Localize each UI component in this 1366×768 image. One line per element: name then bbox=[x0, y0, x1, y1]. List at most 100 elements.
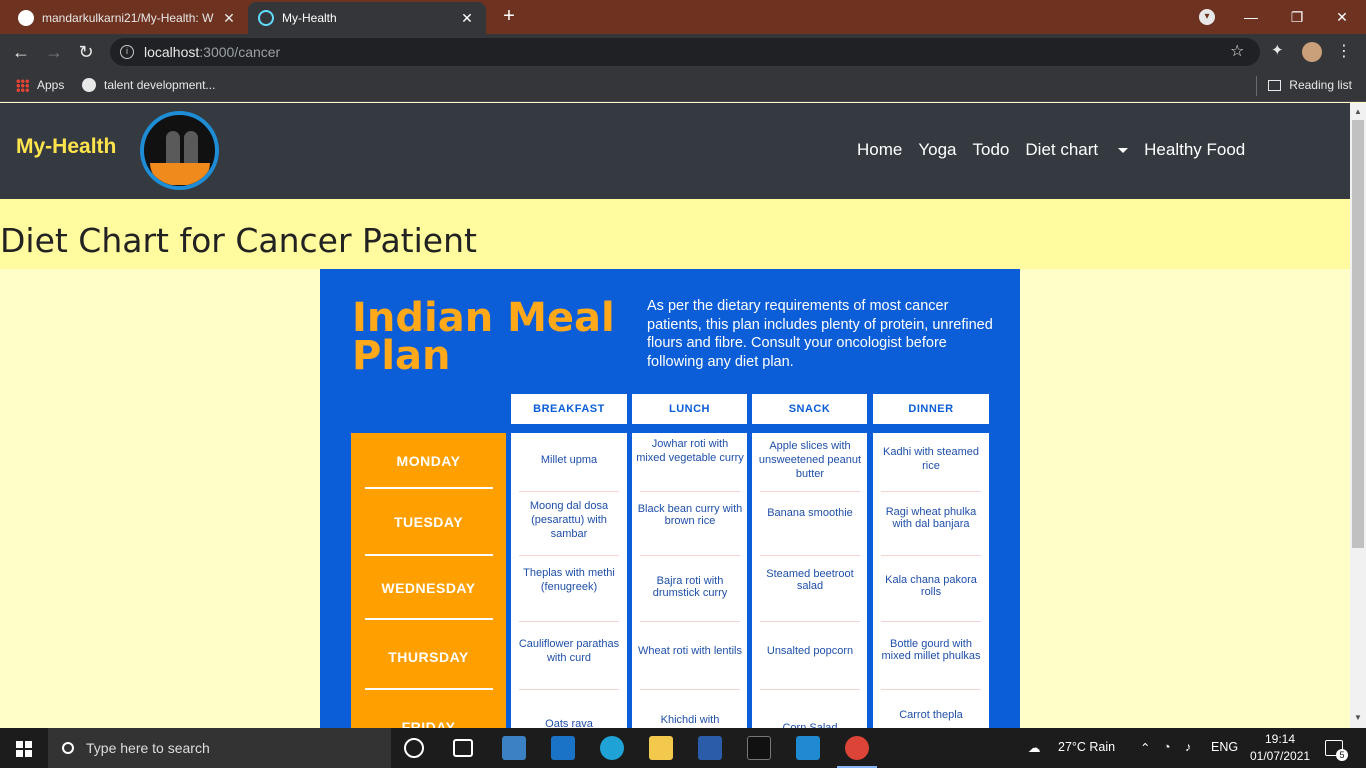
close-tab-icon[interactable]: ✕ bbox=[458, 10, 476, 27]
powershell-icon[interactable] bbox=[698, 736, 722, 760]
page-title: Diet Chart for Cancer Patient bbox=[0, 221, 477, 260]
close-tab-icon[interactable]: ✕ bbox=[220, 10, 238, 27]
chrome-icon[interactable] bbox=[837, 736, 877, 768]
nav-todo[interactable]: Todo bbox=[973, 140, 1010, 160]
url-path: :3000/cancer bbox=[199, 44, 281, 60]
back-icon[interactable]: ← bbox=[10, 41, 32, 63]
meal-cell: Jowhar roti with mixed vegetable curry bbox=[636, 438, 744, 464]
notification-count: 5 bbox=[1336, 749, 1348, 761]
reading-list-icon bbox=[1268, 79, 1282, 91]
divider bbox=[881, 555, 981, 556]
taskbar-search[interactable]: Type here to search bbox=[48, 728, 391, 768]
divider bbox=[519, 621, 619, 622]
page-scrollbar[interactable]: ▲ ▼ bbox=[1350, 103, 1366, 728]
bookmark-apps[interactable]: Apps bbox=[16, 78, 64, 92]
windows-taskbar: Type here to search ☁ 27°C Rain ⌃ ◔ ♪ EN… bbox=[0, 728, 1366, 768]
divider bbox=[640, 621, 740, 622]
bookmark-talent-development[interactable]: talent development... bbox=[82, 78, 215, 92]
divider bbox=[519, 491, 619, 492]
tab-search-icon[interactable]: ▾ bbox=[1199, 9, 1215, 25]
new-tab-button[interactable]: + bbox=[498, 6, 520, 28]
site-brand[interactable]: My-Health bbox=[16, 135, 116, 159]
meal-plan-description: As per the dietary requirements of most … bbox=[647, 298, 993, 370]
meal-cell: Banana smoothie bbox=[767, 507, 853, 519]
browser-toolbar: ← → ↻ i localhost:3000/cancer ☆ ✦ ⋮ bbox=[0, 34, 1366, 70]
task-view-icon[interactable] bbox=[453, 739, 473, 757]
divider bbox=[519, 689, 619, 690]
nav-healthy-food[interactable]: Healthy Food bbox=[1144, 140, 1245, 160]
file-explorer-icon[interactable] bbox=[649, 736, 673, 760]
divider bbox=[519, 555, 619, 556]
bookmarks-divider bbox=[1256, 76, 1257, 96]
browser-tab-my-health[interactable]: My-Health ✕ bbox=[248, 2, 486, 34]
github-icon bbox=[18, 10, 34, 26]
language-indicator[interactable]: ENG bbox=[1211, 740, 1238, 754]
meal-cell: Kadhi with steamed rice bbox=[883, 446, 979, 472]
bookmark-star-icon[interactable]: ☆ bbox=[1230, 41, 1244, 61]
windows-start-icon[interactable] bbox=[16, 741, 32, 757]
day-monday: MONDAY bbox=[396, 453, 461, 469]
store-icon[interactable] bbox=[502, 736, 526, 760]
close-window-button[interactable]: ✕ bbox=[1330, 6, 1354, 28]
address-bar[interactable]: i localhost:3000/cancer bbox=[110, 38, 1260, 66]
reading-list-button[interactable]: Reading list bbox=[1268, 78, 1352, 92]
reload-icon[interactable]: ↻ bbox=[75, 41, 97, 63]
column-header-dinner: DINNER bbox=[873, 394, 989, 424]
chevron-up-icon[interactable]: ⌃ bbox=[1140, 740, 1150, 755]
browser-tab-github[interactable]: mandarkulkarni21/My-Health: W ✕ bbox=[8, 2, 248, 34]
search-icon bbox=[62, 742, 74, 754]
day-wednesday: WEDNESDAY bbox=[381, 580, 476, 596]
restore-button[interactable]: ❐ bbox=[1285, 6, 1309, 28]
minimize-button[interactable]: — bbox=[1239, 6, 1263, 28]
divider bbox=[760, 491, 860, 492]
meal-plan-title-line2: Plan bbox=[352, 333, 451, 379]
meal-cell: Theplas with methi (fenugreek) bbox=[523, 567, 615, 593]
nav-home[interactable]: Home bbox=[857, 140, 902, 160]
meal-cell: Unsalted popcorn bbox=[766, 645, 854, 657]
meal-cell: Carrot thepla bbox=[899, 709, 963, 721]
cortana-icon[interactable] bbox=[404, 738, 424, 758]
taskbar-search-placeholder: Type here to search bbox=[86, 740, 210, 756]
meal-cell: Millet upma bbox=[540, 454, 598, 466]
nav-diet-chart[interactable]: Diet chart bbox=[1025, 140, 1129, 160]
wifi-icon[interactable]: ◔ bbox=[1163, 740, 1171, 754]
lunch-column: Jowhar roti with mixed vegetable curry B… bbox=[632, 433, 747, 729]
meal-cell: Apple slices with unsweetened peanut but… bbox=[758, 440, 862, 480]
edge-icon[interactable] bbox=[600, 736, 624, 760]
divider bbox=[881, 621, 981, 622]
scroll-down-icon[interactable]: ▼ bbox=[1354, 713, 1362, 722]
system-clock[interactable]: 19:14 01/07/2021 bbox=[1250, 731, 1310, 765]
extensions-icon[interactable]: ✦ bbox=[1271, 41, 1284, 59]
divider bbox=[881, 689, 981, 690]
vscode-icon[interactable] bbox=[796, 736, 820, 760]
weather-text[interactable]: 27°C Rain bbox=[1058, 740, 1115, 754]
divider bbox=[365, 554, 493, 556]
forward-icon[interactable]: → bbox=[43, 41, 65, 63]
divider bbox=[365, 688, 493, 690]
url-host: localhost bbox=[144, 44, 200, 60]
react-icon bbox=[258, 10, 274, 26]
site-info-icon[interactable]: i bbox=[120, 45, 134, 59]
browser-menu-icon[interactable]: ⋮ bbox=[1336, 41, 1352, 61]
scrollbar-thumb[interactable] bbox=[1352, 120, 1364, 548]
browser-tab-strip: mandarkulkarni21/My-Health: W ✕ My-Healt… bbox=[0, 0, 1366, 34]
scroll-up-icon[interactable]: ▲ bbox=[1354, 107, 1362, 116]
meal-cell: Khichdi with bbox=[660, 714, 720, 726]
terminal-icon[interactable] bbox=[747, 736, 771, 760]
meal-cell: Bajra roti with drumstick curry bbox=[652, 575, 728, 599]
bookmark-label: talent development... bbox=[104, 78, 216, 92]
clock-date: 01/07/2021 bbox=[1250, 749, 1311, 763]
meal-cell: Wheat roti with lentils bbox=[638, 645, 742, 657]
profile-avatar[interactable] bbox=[1302, 42, 1322, 62]
volume-icon[interactable]: ♪ bbox=[1185, 740, 1191, 754]
divider bbox=[640, 689, 740, 690]
meal-cell: Steamed beetroot salad bbox=[766, 568, 854, 592]
person-figure-icon bbox=[184, 131, 198, 165]
snack-column: Apple slices with unsweetened peanut but… bbox=[752, 433, 867, 729]
nav-yoga[interactable]: Yoga bbox=[918, 140, 956, 160]
breakfast-column: Millet upma Moong dal dosa (pesarattu) w… bbox=[511, 433, 627, 729]
tab-title: My-Health bbox=[282, 11, 337, 25]
mail-icon[interactable] bbox=[551, 736, 575, 760]
weather-cloud-icon[interactable]: ☁ bbox=[1028, 740, 1041, 755]
notifications-icon[interactable]: 5 bbox=[1325, 740, 1348, 761]
